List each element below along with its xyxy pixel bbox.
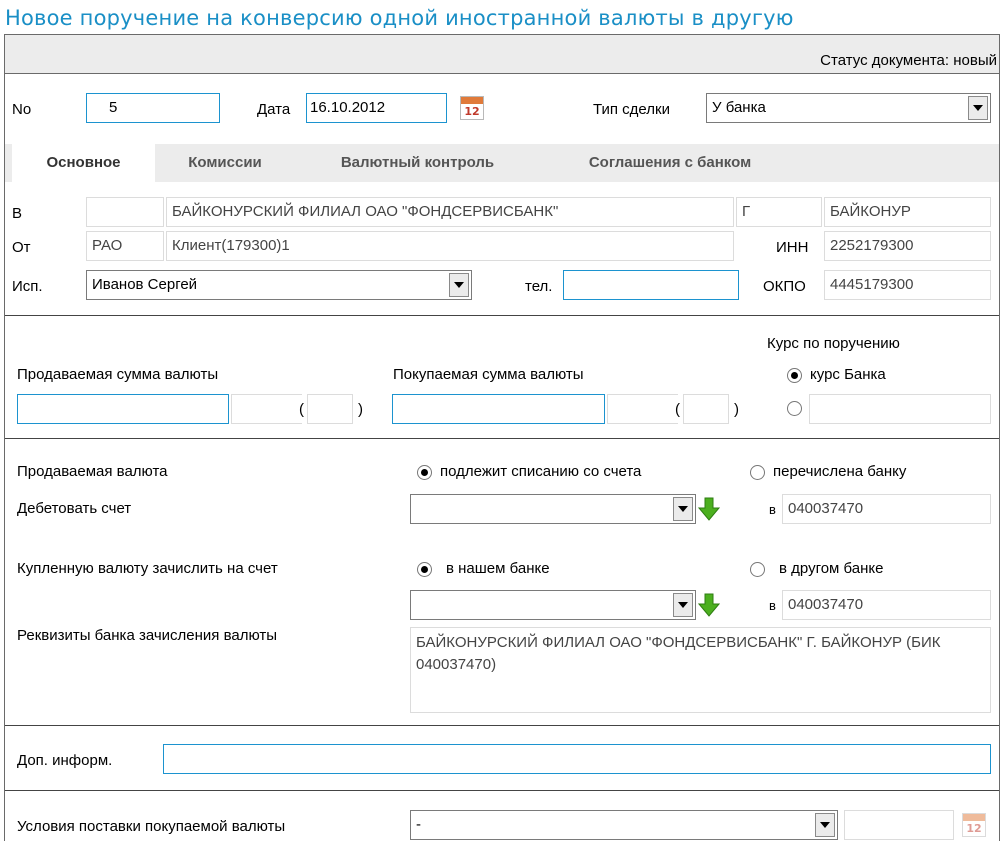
number-field[interactable]: 5	[86, 93, 220, 123]
divider	[5, 790, 999, 791]
rate-title: Курс по поручению	[767, 335, 900, 352]
buy-currency-field	[683, 394, 729, 424]
debit-account-label: Дебетовать счет	[17, 500, 132, 517]
calendar-icon[interactable]: 12	[460, 96, 484, 120]
rate-custom-field[interactable]	[809, 394, 991, 424]
chevron-down-icon[interactable]	[673, 497, 693, 521]
bank-details-label: Реквизиты банка зачисления валюты	[17, 627, 278, 644]
date-field[interactable]: 16.10.2012	[306, 93, 447, 123]
inn-field: 2252179300	[824, 231, 991, 261]
other-bank-radio[interactable]	[750, 562, 765, 577]
sell-paren-open: (	[299, 401, 304, 418]
buy-paren-close: )	[734, 401, 739, 418]
to-bank-code	[86, 197, 164, 227]
phone-field[interactable]	[563, 270, 739, 300]
from-client: Клиент(179300)1	[166, 231, 734, 261]
deal-type-label: Тип сделки	[593, 101, 670, 118]
rate-bank-label: курс Банка	[810, 366, 886, 383]
tab-commissions[interactable]: Комиссии	[155, 144, 295, 182]
green-arrow-down-icon[interactable]	[698, 593, 720, 617]
deal-type-value: У банка	[712, 99, 766, 116]
from-label: От	[12, 239, 31, 256]
delivery-terms-select[interactable]: -	[410, 810, 838, 840]
sell-paren-close: )	[358, 401, 363, 418]
executor-value: Иванов Сергей	[92, 276, 198, 293]
to-city: БАЙКОНУР	[824, 197, 991, 227]
okpo-label: ОКПО	[763, 278, 806, 295]
debit-option-radio[interactable]	[417, 465, 432, 480]
credit-bik-field: 040037470	[782, 590, 991, 620]
chevron-down-icon[interactable]	[673, 593, 693, 617]
sell-currency-field	[307, 394, 353, 424]
delivery-date-field	[844, 810, 954, 840]
debit-bik-field: 040037470	[782, 494, 991, 524]
date-label: Дата	[257, 101, 291, 118]
number-label: No	[12, 101, 32, 118]
to-bank-name: БАЙКОНУРСКИЙ ФИЛИАЛ ОАО "ФОНДСЕРВИСБАНК"	[166, 197, 734, 227]
delivery-terms-value: -	[416, 816, 421, 833]
credit-account-label: Купленную валюту зачислить на счет	[17, 560, 278, 577]
buy-paren-open: (	[675, 401, 680, 418]
document-status: Статус документа: новый	[820, 52, 997, 69]
sell-amount-label: Продаваемая сумма валюты	[17, 366, 219, 383]
calendar-icon: 12	[962, 813, 986, 837]
other-bank-label: в другом банке	[779, 560, 884, 577]
sell-amount-field[interactable]	[17, 394, 229, 424]
executor-label: Исп.	[12, 278, 43, 295]
buy-amount-spacer	[607, 394, 678, 424]
sold-currency-label: Продаваемая валюта	[17, 463, 168, 480]
extra-info-label: Доп. информ.	[17, 752, 113, 769]
from-code: РАО	[86, 231, 164, 261]
to-label: В	[12, 205, 23, 222]
to-city-type: Г	[736, 197, 822, 227]
extra-info-field[interactable]	[163, 744, 991, 774]
tab-main[interactable]: Основное	[12, 144, 155, 182]
credit-bik-prefix: в	[769, 598, 776, 613]
divider	[5, 725, 999, 726]
buy-amount-label: Покупаемая сумма валюты	[393, 366, 584, 383]
buy-amount-field[interactable]	[392, 394, 605, 424]
page-title: Новое поручение на конверсию одной иност…	[5, 6, 794, 30]
credit-account-select[interactable]	[410, 590, 696, 620]
chevron-down-icon[interactable]	[449, 273, 469, 297]
rate-custom-radio[interactable]	[787, 401, 802, 416]
okpo-field: 4445179300	[824, 270, 991, 300]
phone-label: тел.	[525, 278, 553, 295]
green-arrow-down-icon[interactable]	[698, 497, 720, 521]
rate-bank-radio[interactable]	[787, 368, 802, 383]
transfer-option-label: перечислена банку	[773, 463, 907, 480]
debit-option-label: подлежит списанию со счета	[440, 463, 642, 480]
chevron-down-icon[interactable]	[968, 96, 988, 120]
our-bank-label: в нашем банке	[446, 560, 550, 577]
tab-currency-control[interactable]: Валютный контроль	[295, 144, 540, 182]
debit-bik-prefix: в	[769, 502, 776, 517]
debit-account-select[interactable]	[410, 494, 696, 524]
delivery-terms-label: Условия поставки покупаемой валюты	[17, 818, 286, 835]
tab-bank-agreements[interactable]: Соглашения с банком	[540, 144, 800, 182]
divider	[5, 438, 999, 439]
transfer-option-radio[interactable]	[750, 465, 765, 480]
bank-details-field: БАЙКОНУРСКИЙ ФИЛИАЛ ОАО "ФОНДСЕРВИСБАНК"…	[410, 627, 991, 713]
divider	[5, 315, 999, 316]
chevron-down-icon[interactable]	[815, 813, 835, 837]
executor-select[interactable]: Иванов Сергей	[86, 270, 472, 300]
our-bank-radio[interactable]	[417, 562, 432, 577]
sell-amount-spacer	[231, 394, 302, 424]
deal-type-select[interactable]: У банка	[706, 93, 991, 123]
inn-label: ИНН	[776, 239, 809, 256]
